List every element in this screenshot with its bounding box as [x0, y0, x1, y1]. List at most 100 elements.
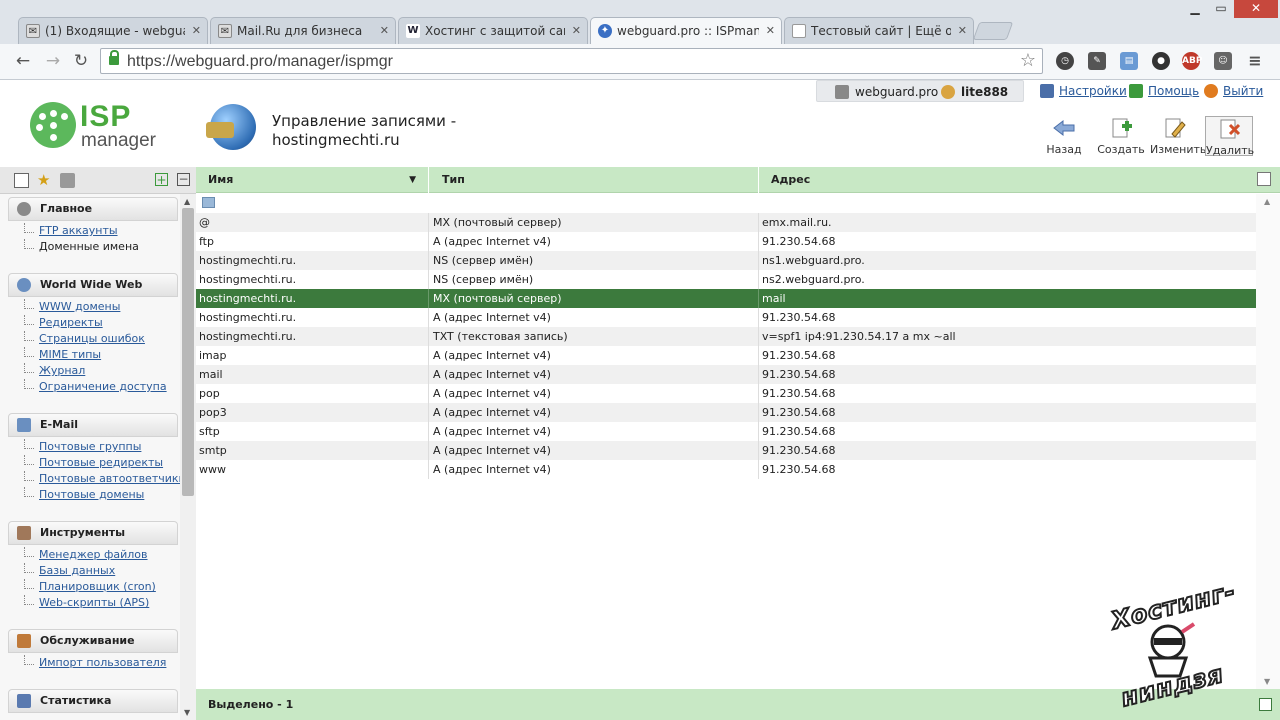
scroll-thumb[interactable]	[182, 208, 194, 496]
column-header-name[interactable]: Имя ▼	[196, 167, 429, 193]
table-row[interactable]: ftp A (адрес Internet v4) 91.230.54.68	[196, 232, 1256, 251]
back-arrow-icon[interactable]: ←	[12, 52, 34, 70]
create-label: Создать	[1097, 143, 1145, 156]
new-tab-button[interactable]	[972, 22, 1014, 40]
close-icon[interactable]: ✕	[572, 18, 581, 44]
evernote-icon[interactable]: ✎	[1088, 52, 1106, 70]
up-directory-row[interactable]	[196, 194, 1256, 213]
robot-icon[interactable]: ☺	[1214, 52, 1232, 70]
menu-section-header[interactable]: E-Mail	[8, 413, 178, 437]
help-icon[interactable]	[1129, 84, 1143, 98]
table-row[interactable]: pop A (адрес Internet v4) 91.230.54.68	[196, 384, 1256, 403]
menu-item-file-manager[interactable]: Менеджер файлов	[8, 547, 178, 563]
edit-button[interactable]: Изменить	[1150, 116, 1206, 156]
folder-icon[interactable]: ▤	[1120, 52, 1138, 70]
clock-icon[interactable]: ◷	[1056, 52, 1074, 70]
browser-tab-testsite[interactable]: Тестовый сайт | Ещё оди ✕	[784, 17, 974, 44]
adblock-icon[interactable]: ABP	[1182, 52, 1202, 70]
list-view-icon[interactable]	[14, 173, 29, 188]
menu-item-ftp[interactable]: FTP аккаунты	[8, 223, 178, 239]
address-bar[interactable]: https://webguard.pro/manager/ispmgr ☆	[100, 48, 1043, 74]
table-row[interactable]: hostingmechti.ru. NS (сервер имён) ns1.web…	[196, 251, 1256, 270]
menu-item-mail-domains[interactable]: Почтовые домены	[8, 487, 178, 503]
table-row[interactable]: mail A (адрес Internet v4) 91.230.54.68	[196, 365, 1256, 384]
forward-arrow-icon[interactable]: →	[42, 52, 64, 70]
scroll-up-arrow-icon[interactable]: ▲	[1264, 197, 1270, 206]
back-button[interactable]: Назад	[1040, 116, 1088, 156]
menu-item-mime-types[interactable]: MIME типы	[8, 347, 178, 363]
table-row[interactable]: hostingmechti.ru. NS (сервер имён) ns2.web…	[196, 270, 1256, 289]
create-button[interactable]: Создать	[1097, 116, 1145, 156]
menu-item-access-limit[interactable]: Ограничение доступа	[8, 379, 178, 395]
settings-link[interactable]: Настройки	[1059, 84, 1127, 98]
scroll-down-arrow-icon[interactable]: ▼	[184, 708, 190, 717]
table-row[interactable]: hostingmechti.ru. A (адрес Internet v4) 91…	[196, 308, 1256, 327]
browser-chrome: ✉ (1) Входящие - webguard ✕ ✉ Mail.Ru дл…	[0, 0, 1280, 80]
menu-item-log[interactable]: Журнал	[8, 363, 178, 379]
logo-mark-icon	[30, 102, 76, 148]
close-icon[interactable]: ✕	[192, 18, 201, 44]
settings-icon[interactable]	[1040, 84, 1054, 98]
logout-icon[interactable]	[1204, 84, 1218, 98]
cell-type: TXT (текстовая запись)	[429, 327, 759, 346]
menu-item-redirects[interactable]: Редиректы	[8, 315, 178, 331]
close-icon[interactable]: ✕	[958, 18, 967, 44]
menu-item-error-pages[interactable]: Страницы ошибок	[8, 331, 178, 347]
sort-down-icon[interactable]: ▼	[409, 167, 416, 193]
menu-section-header[interactable]: World Wide Web	[8, 273, 178, 297]
minimize-button[interactable]: ▁	[1182, 0, 1208, 18]
table-row[interactable]: imap A (адрес Internet v4) 91.230.54.68	[196, 346, 1256, 365]
logout-link[interactable]: Выйти	[1223, 84, 1263, 98]
table-row[interactable]: pop3 A (адрес Internet v4) 91.230.54.68	[196, 403, 1256, 422]
browser-tab-mailru[interactable]: ✉ Mail.Ru для бизнеса ✕	[210, 17, 396, 44]
column-header-type[interactable]: Тип	[430, 167, 759, 193]
menu-section-main: Главное FTP аккаунты Доменные имена	[8, 197, 178, 261]
column-settings-icon[interactable]	[1257, 172, 1271, 186]
cell-name: hostingmechti.ru.	[196, 251, 429, 270]
menu-item-mail-groups[interactable]: Почтовые группы	[8, 439, 178, 455]
table-row[interactable]: hostingmechti.ru. MX (почтовый сервер) mai…	[196, 289, 1256, 308]
menu-scrollbar[interactable]: ▲ ▼	[180, 194, 196, 720]
maximize-button[interactable]: ▭	[1208, 0, 1234, 18]
briefcase-icon[interactable]	[60, 173, 75, 188]
help-link[interactable]: Помощь	[1148, 84, 1199, 98]
delete-button[interactable]: Удалить	[1205, 116, 1254, 157]
table-row[interactable]: @ MX (почтовый сервер) emx.mail.ru.	[196, 213, 1256, 232]
table-row[interactable]: sftp A (адрес Internet v4) 91.230.54.68	[196, 422, 1256, 441]
menu-item-databases[interactable]: Базы данных	[8, 563, 178, 579]
reload-icon[interactable]: ↻	[70, 52, 92, 70]
bookmark-star-icon[interactable]: ☆	[1020, 50, 1036, 71]
menu-item-import-user[interactable]: Импорт пользователя	[8, 655, 178, 671]
table-row[interactable]: www A (адрес Internet v4) 91.230.54.68	[196, 460, 1256, 479]
menu-item-mail-redirects[interactable]: Почтовые редиректы	[8, 455, 178, 471]
browser-tab-inbox[interactable]: ✉ (1) Входящие - webguard ✕	[18, 17, 208, 44]
export-icon[interactable]	[1259, 698, 1272, 711]
menu-item-web-scripts[interactable]: Web-скрипты (APS)	[8, 595, 178, 611]
table-row[interactable]: smtp A (адрес Internet v4) 91.230.54.68	[196, 441, 1256, 460]
table-row[interactable]: hostingmechti.ru. TXT (текстовая запись) v…	[196, 327, 1256, 346]
grid-header: Имя ▼ Тип Адрес	[196, 167, 1280, 193]
menu-section-header[interactable]: Главное	[8, 197, 178, 221]
scroll-up-arrow-icon[interactable]: ▲	[184, 197, 190, 206]
menu-section-header[interactable]: Статистика	[8, 689, 178, 713]
menu-section-header[interactable]: Инструменты	[8, 521, 178, 545]
window-close-button[interactable]: ✕	[1234, 0, 1278, 18]
menu-section-header[interactable]: Обслуживание	[8, 629, 178, 653]
menu-item-www-domains[interactable]: WWW домены	[8, 299, 178, 315]
scroll-down-arrow-icon[interactable]: ▼	[1264, 677, 1270, 686]
close-icon[interactable]: ✕	[380, 18, 389, 44]
menu-icon[interactable]: ≡	[1246, 52, 1264, 70]
favorites-star-icon[interactable]: ★	[37, 173, 52, 188]
column-header-address[interactable]: Адрес	[759, 167, 1256, 193]
close-icon[interactable]: ✕	[766, 18, 775, 44]
collapse-all-icon[interactable]: −	[177, 173, 190, 186]
browser-tab-ispmanager[interactable]: ✦ webguard.pro :: ISPmanager ✕	[590, 17, 782, 44]
menu-item-cron[interactable]: Планировщик (cron)	[8, 579, 178, 595]
menu-item-autoresponders[interactable]: Почтовые автоответчики	[8, 471, 180, 487]
ghost-icon[interactable]: ●	[1152, 52, 1170, 70]
grid-scrollbar[interactable]: ▲ ▼	[1256, 194, 1280, 689]
menu-item-domains[interactable]: Доменные имена	[8, 239, 178, 255]
browser-tab-hosting[interactable]: W Хостинг с защитой сайтов ✕	[398, 17, 588, 44]
cell-name: hostingmechti.ru.	[196, 327, 429, 346]
expand-all-icon[interactable]: +	[155, 173, 168, 186]
